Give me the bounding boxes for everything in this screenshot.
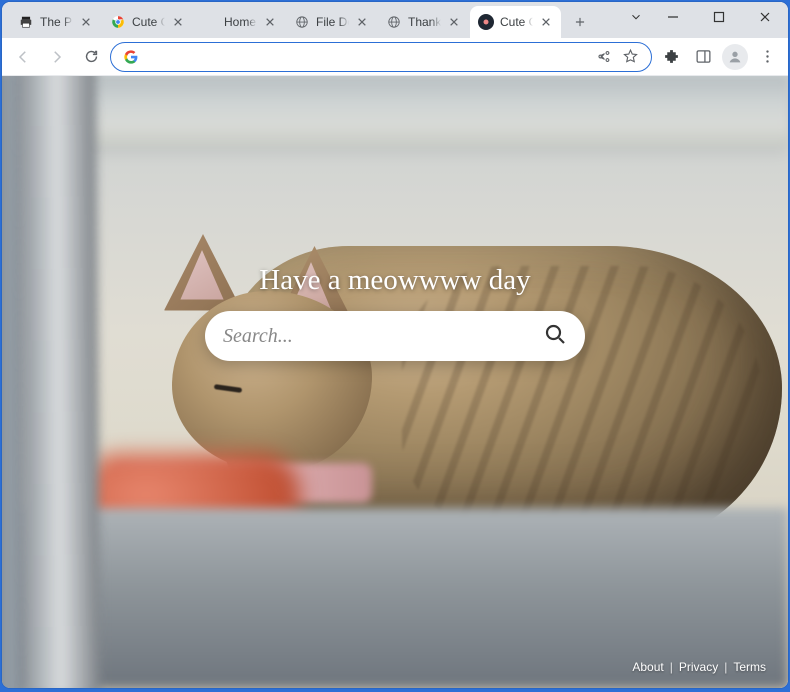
tab-strip: The Pirate Cute Cats Home | C [2,2,788,38]
hero: Have a meowwww day [205,264,585,361]
globe-icon [386,14,402,30]
new-tab-button[interactable] [566,8,594,36]
tab-label: File Down [316,15,349,29]
tab-label: Thank yo [408,15,441,29]
footer-privacy-link[interactable]: Privacy [679,660,718,674]
tab-thank-you[interactable]: Thank yo [378,6,469,38]
separator: | [670,660,673,674]
page-content: Have a meowwww day About | Privacy | Ter… [2,76,788,688]
tab-label: Home | C [224,15,257,29]
url-input[interactable] [149,49,583,65]
separator: | [724,660,727,674]
hero-headline: Have a meowwww day [259,264,530,297]
tab-file-download[interactable]: File Down [286,6,377,38]
tab-cute-cats-active[interactable]: Cute Cats [470,6,561,38]
globe-icon [294,14,310,30]
address-bar[interactable] [110,42,652,72]
tab-label: Cute Cats [500,15,533,29]
chevron-down-icon[interactable] [622,2,650,32]
search-icon[interactable] [543,322,567,351]
profile-button[interactable] [720,42,750,72]
share-icon[interactable] [593,48,611,66]
extensions-button[interactable] [656,42,686,72]
close-icon[interactable] [355,15,369,29]
printer-icon [18,14,34,30]
search-bar[interactable] [205,311,585,361]
minimize-button[interactable] [650,2,696,32]
footer-terms-link[interactable]: Terms [733,660,766,674]
toolbar [2,38,788,76]
search-input[interactable] [223,325,533,348]
window-controls [622,2,788,32]
close-icon[interactable] [171,15,185,29]
footer-links: About | Privacy | Terms [632,660,766,674]
toolbar-right [656,42,782,72]
background-image [2,76,788,688]
reload-button[interactable] [76,42,106,72]
app-icon [478,14,494,30]
avatar [722,44,748,70]
browser-window: The Pirate Cute Cats Home | C [2,2,788,688]
forward-button[interactable] [42,42,72,72]
menu-button[interactable] [752,42,782,72]
close-icon[interactable] [263,15,277,29]
bookmark-star-icon[interactable] [621,48,639,66]
tab-label: Cute Cats [132,15,165,29]
close-window-button[interactable] [742,2,788,32]
tab-home[interactable]: Home | C [194,6,285,38]
chrome-icon [110,14,126,30]
tab-cute-cats-1[interactable]: Cute Cats [102,6,193,38]
maximize-button[interactable] [696,2,742,32]
close-icon[interactable] [447,15,461,29]
blank-icon [202,14,218,30]
tab-the-pirate[interactable]: The Pirate [10,6,101,38]
footer-about-link[interactable]: About [632,660,663,674]
close-icon[interactable] [79,15,93,29]
tab-label: The Pirate [40,15,73,29]
back-button[interactable] [8,42,38,72]
close-icon[interactable] [539,15,553,29]
google-icon [123,49,139,65]
sidepanel-button[interactable] [688,42,718,72]
